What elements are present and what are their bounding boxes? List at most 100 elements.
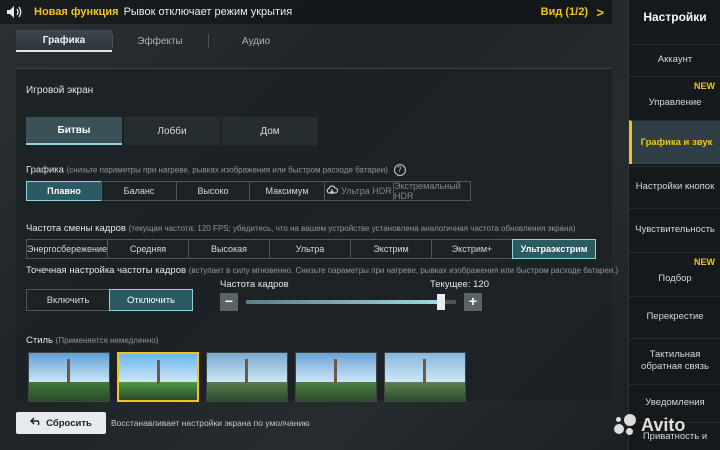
sidebar-item-label: Чувствительность — [635, 223, 715, 235]
style-thumbnail[interactable] — [295, 352, 377, 402]
announcement-banner[interactable]: Новая функция Рывок отключает режим укры… — [0, 0, 612, 24]
slider-plus-button[interactable]: + — [464, 293, 482, 311]
slider-track[interactable] — [246, 294, 456, 310]
thumbnail-ground — [119, 381, 197, 400]
reset-arrow-icon — [30, 417, 42, 429]
fps-hint: (текущая частота: 120 FPS; убедитесь, чт… — [128, 224, 576, 233]
style-label-row: Стиль (Применяется немедленно) — [26, 335, 158, 346]
reset-description: Восстанавливает настройки экрана по умол… — [111, 418, 310, 428]
sidebar-title: Настройки — [643, 10, 707, 24]
thumbnail-ground — [29, 381, 109, 401]
tab-effects[interactable]: Эффекты — [112, 30, 208, 52]
graphics-label-row: Графика (снизьте параметры при нагреве, … — [26, 164, 406, 176]
new-badge: NEW — [694, 81, 715, 91]
banner-new-label: Новая функция — [34, 6, 119, 18]
fine-tune-label: Точечная настройка частоты кадров — [26, 265, 187, 276]
sidebar-item-label: Графика и звук — [640, 136, 713, 148]
fps-option-energy-saving[interactable]: Энергосбережение — [26, 239, 108, 259]
style-thumbnail[interactable] — [28, 352, 110, 402]
sidebar-item-account[interactable]: Аккаунт — [629, 44, 720, 74]
banner-next-arrow-icon[interactable]: > — [596, 5, 604, 20]
ultra-hdr-label: Ультра HDR — [341, 186, 392, 196]
style-thumbnail[interactable] — [117, 352, 199, 402]
new-badge: NEW — [694, 257, 715, 267]
fps-option-extreme-plus[interactable]: Экстрим+ — [431, 239, 513, 259]
cloud-download-icon — [326, 185, 339, 197]
graphics-option-high[interactable]: Высоко — [176, 181, 250, 201]
slider-fill — [246, 300, 442, 304]
thumbnail-ground — [385, 381, 465, 401]
fps-label: Частота смены кадров — [26, 223, 126, 234]
banner-view-counter: Вид (1/2) — [540, 6, 588, 18]
thumbnail-ground — [296, 381, 376, 401]
thumbnail-tower — [157, 360, 160, 384]
style-thumbnails — [28, 352, 473, 402]
thumbnail-tower — [334, 359, 337, 383]
sidebar-item-label: Перекрестие — [646, 310, 704, 322]
thumbnail-tower — [245, 359, 248, 383]
subtab-home[interactable]: Дом — [222, 117, 318, 145]
fine-tune-on-button[interactable]: Включить — [26, 289, 110, 311]
style-thumbnail[interactable] — [384, 352, 466, 402]
sidebar-item-label: Тактильная обратная связь — [641, 348, 709, 372]
slider-thumb[interactable] — [437, 294, 446, 310]
sidebar-item-controls[interactable]: NEW Управление — [629, 76, 720, 118]
fps-option-extreme[interactable]: Экстрим — [350, 239, 432, 259]
avito-logo-icon — [612, 412, 638, 438]
game-screen-panel: Игровой экран Битвы Лобби Дом Графика (с… — [16, 68, 618, 402]
sidebar-item-label: Управление — [648, 96, 702, 108]
fine-tune-hint: (вступает в силу мгновенно. Снизьте пара… — [188, 266, 619, 275]
graphics-option-ultra-hdr[interactable]: Ультра HDR — [324, 181, 394, 201]
banner-text: Рывок отключает режим укрытия — [123, 6, 293, 18]
fps-slider[interactable]: − + — [220, 293, 482, 311]
sidebar-item-crosshair[interactable]: Перекрестие — [629, 296, 720, 336]
help-icon[interactable]: ? — [393, 164, 406, 176]
fine-tune-label-row: Точечная настройка частоты кадров (вступ… — [26, 265, 618, 276]
sidebar-item-graphics-audio[interactable]: Графика и звук — [629, 120, 720, 164]
fine-tune-toggle: Включить Отключить — [26, 289, 193, 311]
graphics-hint: (снизьте параметры при нагреве, рывках и… — [66, 165, 388, 175]
speaker-icon — [6, 5, 24, 19]
sidebar-item-label: Уведомления — [645, 396, 705, 408]
sidebar-item-haptic-feedback[interactable]: Тактильная обратная связь — [629, 338, 720, 382]
fine-tune-off-button[interactable]: Отключить — [109, 289, 193, 311]
thumbnail-ground — [207, 381, 287, 401]
sidebar-item-matchmaking[interactable]: NEW Подбор — [629, 252, 720, 294]
sidebar-item-label: Аккаунт — [657, 53, 693, 65]
graphics-option-balance[interactable]: Баланс — [101, 181, 177, 201]
subtab-lobby[interactable]: Лобби — [124, 117, 220, 145]
tab-graphics[interactable]: Графика — [16, 30, 112, 52]
graphics-option-extreme-hdr[interactable]: Экстремальный HDR — [393, 181, 471, 201]
subtab-battles[interactable]: Битвы — [26, 117, 122, 145]
graphics-option-smooth[interactable]: Плавно — [26, 181, 102, 201]
settings-sidebar: Настройки Аккаунт NEW Управление Графика… — [628, 0, 720, 450]
fps-slider-label: Частота кадров — [220, 279, 289, 290]
reset-label: Сбросить — [46, 417, 92, 429]
graphics-quality-selector: Плавно Баланс Высоко Максимум Ультра HDR… — [26, 181, 471, 201]
tab-audio[interactable]: Аудио — [208, 30, 304, 52]
style-thumbnail[interactable] — [206, 352, 288, 402]
graphics-option-max[interactable]: Максимум — [249, 181, 325, 201]
sidebar-item-button-settings[interactable]: Настройки кнопок — [629, 166, 720, 206]
section-title: Игровой экран — [26, 85, 94, 96]
thumbnail-tower — [67, 359, 70, 383]
thumbnail-tower — [423, 359, 426, 383]
fps-slider-current: Текущее: 120 — [430, 279, 489, 290]
style-label: Стиль — [26, 335, 54, 346]
fps-option-medium[interactable]: Средняя — [107, 239, 189, 259]
fps-option-high[interactable]: Высокая — [188, 239, 270, 259]
fps-selector: Энергосбережение Средняя Высокая Ультра … — [26, 239, 596, 259]
fps-option-ultra[interactable]: Ультра — [269, 239, 351, 259]
fps-option-ultra-extreme[interactable]: Ультраэкстрим — [512, 239, 596, 259]
screen-subtabs: Битвы Лобби Дом — [26, 117, 328, 145]
watermark-text: Avito — [641, 414, 686, 435]
reset-button[interactable]: Сбросить — [16, 412, 106, 434]
sidebar-item-sensitivity[interactable]: Чувствительность — [629, 208, 720, 250]
sidebar-item-label: Подбор — [658, 272, 692, 284]
avito-watermark: Avito — [612, 410, 716, 440]
style-hint: (Применяется немедленно) — [55, 336, 159, 345]
graphics-label: Графика — [26, 164, 64, 176]
fps-label-row: Частота смены кадров (текущая частота: 1… — [26, 223, 576, 234]
slider-minus-button[interactable]: − — [220, 293, 238, 311]
sidebar-item-label: Настройки кнопок — [635, 180, 715, 192]
